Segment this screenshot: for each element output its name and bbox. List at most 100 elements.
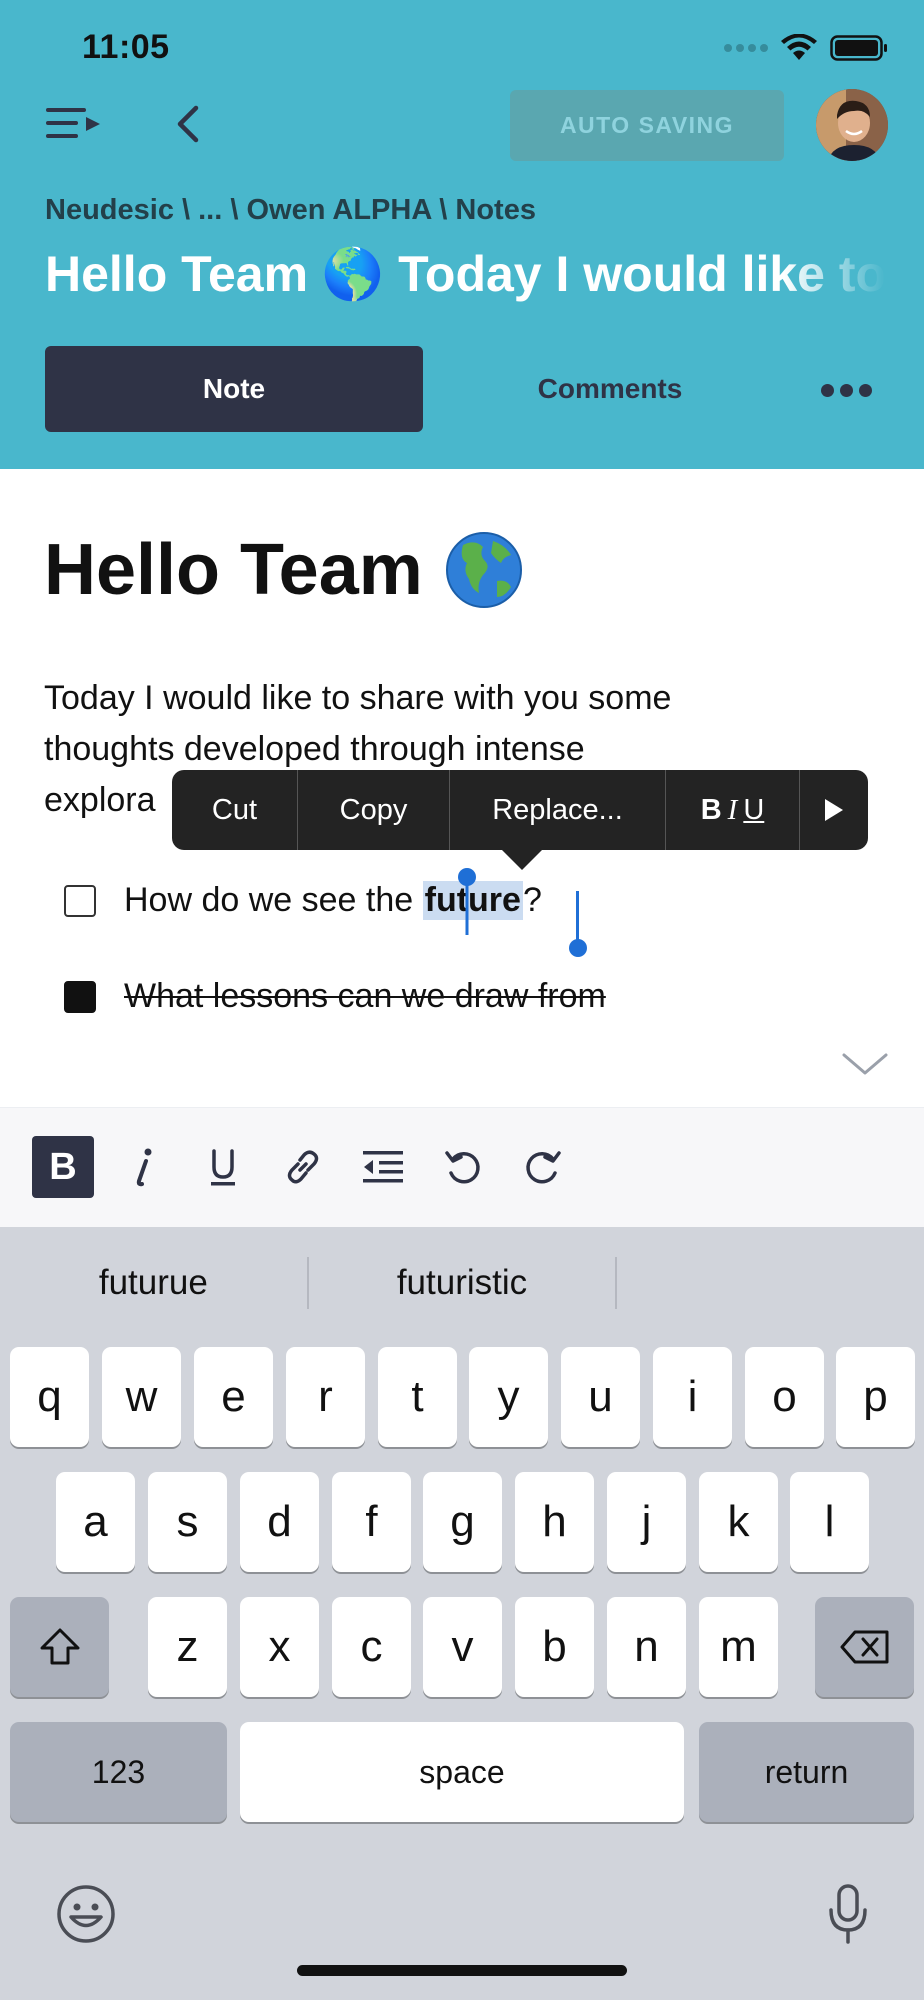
space-key[interactable]: space — [240, 1722, 684, 1822]
user-photo-icon — [816, 89, 888, 161]
back-button[interactable] — [168, 100, 208, 148]
key-l[interactable]: l — [790, 1472, 869, 1572]
link-icon — [287, 1150, 319, 1184]
return-key[interactable]: return — [699, 1722, 914, 1822]
key-s[interactable]: s — [148, 1472, 227, 1572]
link-button[interactable] — [272, 1136, 334, 1198]
task-checkbox[interactable] — [64, 884, 96, 917]
redo-icon — [526, 1151, 561, 1184]
paragraph-line: thoughts developed through intense — [44, 730, 585, 768]
wifi-icon — [781, 34, 817, 60]
task-text-after: ? — [522, 881, 542, 919]
chevron-left-icon — [177, 105, 199, 143]
key-o[interactable]: o — [745, 1347, 824, 1447]
dictation-button[interactable] — [826, 1882, 870, 1951]
paragraph-line: Today I would like to share with you som… — [44, 679, 672, 717]
undo-icon — [445, 1151, 480, 1184]
task-text-before: How do we see the — [124, 881, 423, 919]
more-dot-icon — [820, 383, 834, 397]
menu-icon — [46, 108, 100, 138]
note-heading-text: Hello Team — [44, 530, 423, 610]
text-context-menu: Cut Copy Replace... B I U — [172, 770, 868, 850]
key-k[interactable]: k — [699, 1472, 778, 1572]
play-right-icon — [825, 799, 843, 821]
outdent-icon — [363, 1151, 403, 1183]
key-p[interactable]: p — [836, 1347, 915, 1447]
globe-emoji-icon — [445, 532, 522, 608]
suggestion-divider — [615, 1257, 618, 1309]
key-g[interactable]: g — [423, 1472, 502, 1572]
format-underline-label: U — [743, 793, 765, 826]
key-j[interactable]: j — [607, 1472, 686, 1572]
format-menu-item[interactable]: B I U — [666, 770, 800, 850]
underline-button[interactable] — [192, 1136, 254, 1198]
format-italic-label: I — [727, 793, 738, 826]
key-y[interactable]: y — [469, 1347, 548, 1447]
home-indicator[interactable] — [297, 1965, 627, 1976]
undo-button[interactable] — [432, 1136, 494, 1198]
copy-menu-item[interactable]: Copy — [298, 770, 450, 850]
key-h[interactable]: h — [515, 1472, 594, 1572]
bold-button[interactable]: B — [32, 1136, 94, 1198]
status-time: 11:05 — [82, 28, 170, 66]
app-header: 11:05 AUTO SAVING Neudesic \ ... \ Owen … — [0, 0, 924, 469]
key-u[interactable]: u — [561, 1347, 640, 1447]
underline-icon — [211, 1149, 235, 1186]
emoji-icon — [57, 1885, 115, 1943]
auto-saving-indicator: AUTO SAVING — [510, 90, 784, 161]
shift-key[interactable] — [10, 1597, 109, 1697]
more-menu-button[interactable] — [800, 770, 868, 850]
cut-menu-item[interactable]: Cut — [172, 770, 298, 850]
replace-menu-item[interactable]: Replace... — [450, 770, 666, 850]
redo-button[interactable] — [512, 1136, 574, 1198]
key-a[interactable]: a — [56, 1472, 135, 1572]
page-title: Hello Team 🌎 Today I would like to share… — [45, 246, 885, 302]
delete-key[interactable] — [815, 1597, 914, 1697]
backspace-icon — [840, 1630, 888, 1664]
task-checkbox-checked[interactable] — [64, 980, 96, 1013]
key-f[interactable]: f — [332, 1472, 411, 1572]
key-b[interactable]: b — [515, 1597, 594, 1697]
ios-keyboard: futurue futuristic q w e r t y u i o p a… — [0, 1227, 924, 2000]
format-bold-label: B — [700, 793, 722, 826]
key-n[interactable]: n — [607, 1597, 686, 1697]
tab-note[interactable]: Note — [45, 346, 423, 432]
more-options-button[interactable] — [816, 372, 876, 408]
more-dot-icon — [839, 383, 853, 397]
context-menu-pointer — [502, 850, 542, 870]
format-toolbar: B — [0, 1107, 924, 1227]
shift-icon — [40, 1628, 79, 1665]
note-heading[interactable]: Hello Team — [44, 529, 523, 611]
italic-button[interactable] — [112, 1136, 174, 1198]
outdent-button[interactable] — [352, 1136, 414, 1198]
chevron-down-icon — [842, 1053, 888, 1075]
key-i[interactable]: i — [653, 1347, 732, 1447]
status-icons — [724, 34, 888, 62]
tab-comments[interactable]: Comments — [432, 346, 788, 432]
key-d[interactable]: d — [240, 1472, 319, 1572]
task-item[interactable]: What lessons can we draw from — [64, 977, 606, 1016]
selection-start-handle[interactable] — [458, 867, 488, 937]
numbers-key[interactable]: 123 — [10, 1722, 227, 1822]
key-x[interactable]: x — [240, 1597, 319, 1697]
emoji-button[interactable] — [54, 1882, 118, 1951]
key-t[interactable]: t — [378, 1347, 457, 1447]
task-text-completed: What lessons can we draw from — [124, 977, 606, 1015]
suggestion-1[interactable]: futurue — [0, 1263, 307, 1303]
avatar[interactable] — [816, 89, 888, 161]
breadcrumb[interactable]: Neudesic \ ... \ Owen ALPHA \ Notes — [45, 194, 536, 227]
key-v[interactable]: v — [423, 1597, 502, 1697]
menu-button[interactable] — [44, 100, 102, 148]
collapse-keyboard-button[interactable] — [840, 1049, 890, 1079]
key-z[interactable]: z — [148, 1597, 227, 1697]
key-q[interactable]: q — [10, 1347, 89, 1447]
bold-icon: B — [49, 1145, 77, 1188]
microphone-icon — [829, 1884, 867, 1944]
key-e[interactable]: e — [194, 1347, 273, 1447]
selection-end-handle[interactable] — [566, 891, 596, 961]
key-w[interactable]: w — [102, 1347, 181, 1447]
key-c[interactable]: c — [332, 1597, 411, 1697]
key-m[interactable]: m — [699, 1597, 778, 1697]
suggestion-2[interactable]: futuristic — [309, 1263, 616, 1303]
key-r[interactable]: r — [286, 1347, 365, 1447]
